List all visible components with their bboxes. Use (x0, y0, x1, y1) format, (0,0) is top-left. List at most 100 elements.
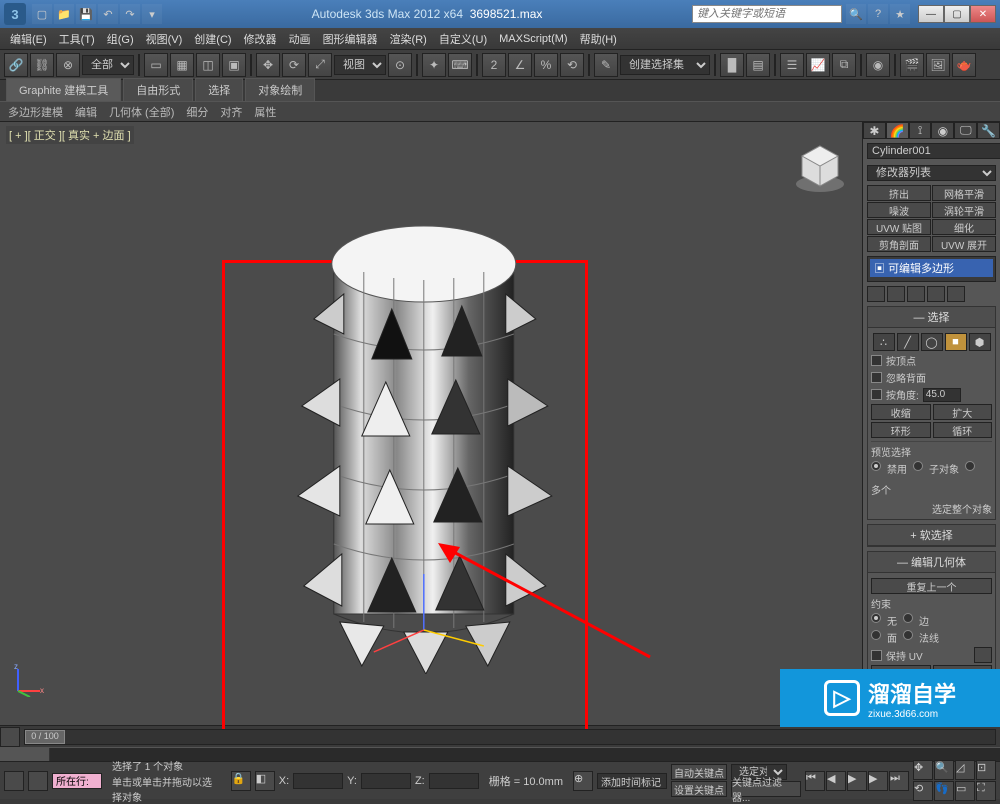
modifier-stack[interactable]: ▣ 可编辑多边形 (867, 256, 996, 282)
help-search-input[interactable] (692, 5, 842, 23)
viewcube[interactable] (792, 140, 848, 196)
tab-utilities-icon[interactable]: 🔧 (977, 122, 1000, 139)
nav-fov-icon[interactable]: ◿ (955, 760, 975, 780)
minimize-button[interactable]: — (918, 5, 944, 23)
qat-new-icon[interactable]: ▢ (32, 4, 52, 24)
time-slider[interactable]: 0 / 100 (0, 725, 1000, 747)
menu-edit[interactable]: 编辑(E) (4, 29, 53, 49)
select-region-icon[interactable]: ◫ (196, 53, 220, 77)
named-selset-dropdown[interactable]: 创建选择集 (620, 55, 710, 75)
ref-coord-dropdown[interactable]: 视图 (334, 55, 386, 75)
viewport-label[interactable]: [ + ][ 正交 ][ 真实 + 边面 ] (6, 126, 134, 144)
nav-pan-icon[interactable]: ✥ (913, 760, 933, 780)
menu-maxscript[interactable]: MAXScript(M) (493, 31, 573, 47)
rollup-selection-header[interactable]: — 选择 (868, 307, 995, 328)
subobj-vertex-icon[interactable]: ∴ (873, 333, 895, 351)
mod-meshsmooth-button[interactable]: 网格平滑 (932, 185, 996, 201)
nav-walk-icon[interactable]: 👣 (934, 781, 954, 801)
stack-show-icon[interactable] (887, 286, 905, 302)
subobj-polygon-icon[interactable]: ■ (945, 333, 967, 351)
ribbon-tab-paint[interactable]: 对象绘制 (245, 78, 315, 101)
app-logo-icon[interactable]: 3 (4, 3, 26, 25)
ribbon-poly-modeling[interactable]: 多边形建模 (8, 104, 63, 120)
ribbon-edit[interactable]: 编辑 (75, 104, 97, 120)
select-name-icon[interactable]: ▦ (170, 53, 194, 77)
autokey-button[interactable]: 自动关键点 (671, 764, 727, 780)
window-crossing-icon[interactable]: ▣ (222, 53, 246, 77)
y-coord-input[interactable] (361, 773, 411, 789)
menu-group[interactable]: 组(G) (101, 29, 140, 49)
snap-spinner-icon[interactable]: ⟲ (560, 53, 584, 77)
mod-extrude-button[interactable]: 挤出 (867, 185, 931, 201)
mirror-icon[interactable]: ▐▌ (720, 53, 744, 77)
radio-constraint-face[interactable] (871, 630, 881, 640)
preserve-uv-settings-icon[interactable] (974, 647, 992, 663)
menu-tools[interactable]: 工具(T) (53, 29, 101, 49)
select-icon[interactable]: ▭ (144, 53, 168, 77)
repeat-last-button[interactable]: 重复上一个 (871, 578, 992, 594)
add-time-tag[interactable]: 添加时间标记 (597, 773, 667, 789)
subobj-edge-icon[interactable]: ╱ (897, 333, 919, 351)
render-icon[interactable]: 🫖 (952, 53, 976, 77)
mod-uvwmap-button[interactable]: UVW 贴图 (867, 219, 931, 235)
time-tag-icon[interactable]: ⊕ (573, 771, 593, 791)
radio-preview-off[interactable] (871, 461, 881, 471)
manipulate-icon[interactable]: ✦ (422, 53, 446, 77)
ribbon-subdiv[interactable]: 细分 (186, 104, 208, 120)
object-name-input[interactable] (867, 143, 1000, 159)
ribbon-properties[interactable]: 属性 (254, 104, 276, 120)
snap-percent-icon[interactable]: % (534, 53, 558, 77)
viewport[interactable]: [ + ][ 正交 ][ 真实 + 边面 ] (0, 122, 862, 725)
radio-preview-subobj[interactable] (913, 461, 923, 471)
play-end-icon[interactable]: ⏭ (889, 771, 909, 791)
isolate-icon[interactable]: ◧ (255, 771, 275, 791)
script-line-input[interactable] (52, 773, 102, 789)
shrink-button[interactable]: 收缩 (871, 404, 931, 420)
align-icon[interactable]: ▤ (746, 53, 770, 77)
mod-sweep-button[interactable]: 剪角剖面 (867, 236, 931, 252)
stack-item-editable-poly[interactable]: ▣ 可编辑多边形 (870, 259, 993, 277)
tab-motion-icon[interactable]: ◉ (931, 122, 954, 139)
material-editor-icon[interactable]: ◉ (866, 53, 890, 77)
maximize-button[interactable]: ▢ (944, 5, 970, 23)
qat-undo-icon[interactable]: ↶ (98, 4, 118, 24)
tab-modify-icon[interactable]: 🌈 (886, 122, 909, 139)
key-target-dropdown[interactable]: 选定对象 (731, 764, 787, 780)
time-thumb[interactable]: 0 / 100 (25, 730, 65, 744)
scale-icon[interactable]: ⤢ (308, 53, 332, 77)
move-icon[interactable]: ✥ (256, 53, 280, 77)
x-coord-input[interactable] (293, 773, 343, 789)
setkey-button[interactable]: 设置关键点 (671, 781, 727, 797)
stack-remove-icon[interactable] (927, 286, 945, 302)
nav-zoom-ext-icon[interactable]: ⊡ (976, 760, 996, 780)
key-filters-button[interactable]: 关键点过滤器... (731, 781, 801, 797)
ring-button[interactable]: 环形 (871, 422, 931, 438)
lock-selection-icon[interactable]: 🔒 (231, 771, 251, 791)
tab-display-icon[interactable]: 🖵 (954, 122, 977, 139)
infocenter-star-icon[interactable]: ★ (890, 4, 910, 24)
mod-tessellate-button[interactable]: 细化 (932, 219, 996, 235)
nav-region-icon[interactable]: ▭ (955, 781, 975, 801)
loop-button[interactable]: 循环 (933, 422, 993, 438)
z-coord-input[interactable] (429, 773, 479, 789)
play-icon[interactable]: ▶ (847, 771, 867, 791)
stack-config-icon[interactable] (947, 286, 965, 302)
stack-pin-icon[interactable] (867, 286, 885, 302)
listener-icon[interactable] (28, 771, 48, 791)
selection-filter-dropdown[interactable]: 全部 (82, 55, 134, 75)
nav-maximize-icon[interactable]: ⛶ (976, 781, 996, 801)
ribbon-geometry[interactable]: 几何体 (全部) (109, 104, 174, 120)
nav-orbit-icon[interactable]: ⟲ (913, 781, 933, 801)
mod-turbosmooth-button[interactable]: 涡轮平滑 (932, 202, 996, 218)
render-setup-icon[interactable]: 🎬 (900, 53, 924, 77)
pivot-icon[interactable]: ⊙ (388, 53, 412, 77)
infocenter-help-icon[interactable]: ? (868, 4, 888, 24)
mod-unwrap-button[interactable]: UVW 展开 (932, 236, 996, 252)
modifier-list-dropdown[interactable]: 修改器列表 (867, 165, 996, 181)
layers-icon[interactable]: ☰ (780, 53, 804, 77)
chk-preserve-uv[interactable] (871, 650, 882, 661)
link-icon[interactable]: 🔗 (4, 53, 28, 77)
tab-hierarchy-icon[interactable]: ⟟ (909, 122, 932, 139)
ribbon-tab-freeform[interactable]: 自由形式 (123, 78, 193, 101)
menu-views[interactable]: 视图(V) (140, 29, 189, 49)
